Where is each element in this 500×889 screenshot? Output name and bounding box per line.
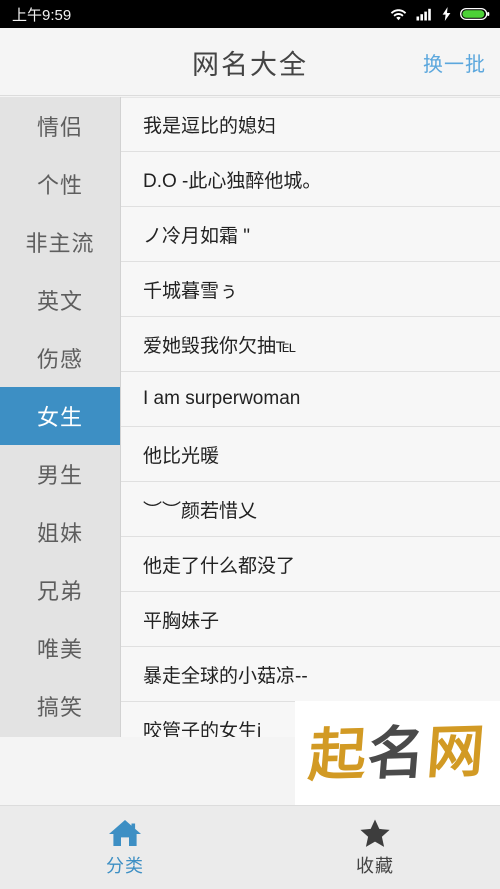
bottom-navigation: 分类 收藏	[0, 805, 500, 889]
nav-tab-favorites-label: 收藏	[356, 856, 394, 876]
app-header: 网名大全 换一批	[0, 28, 500, 96]
sidebar-item-qinglv[interactable]: 情侣	[0, 97, 120, 155]
sidebar-item-xiongdi[interactable]: 兄弟	[0, 561, 120, 619]
sidebar-item-weimei[interactable]: 唯美	[0, 619, 120, 677]
list-item[interactable]: 平胸妹子	[121, 592, 500, 647]
category-sidebar[interactable]: 情侣 个性 非主流 英文 伤感 女生 男生 姐妹 兄弟 唯美 搞笑	[0, 97, 121, 737]
content-area: 情侣 个性 非主流 英文 伤感 女生 男生 姐妹 兄弟 唯美 搞笑 我是逗比的媳…	[0, 97, 500, 805]
sidebar-item-shanggan[interactable]: 伤感	[0, 329, 120, 387]
list-item[interactable]: 暴走全球的小菇凉--	[121, 647, 500, 702]
watermark-char-wang: 网	[424, 717, 489, 786]
sidebar-item-yingwen[interactable]: 英文	[0, 271, 120, 329]
status-bar: 上午9:59	[0, 0, 500, 28]
watermark-logo: 起名网	[295, 701, 500, 805]
battery-icon	[460, 7, 490, 21]
wifi-icon	[390, 7, 407, 21]
sidebar-item-feizhuliu[interactable]: 非主流	[0, 213, 120, 271]
list-item[interactable]: 爱她毁我你欠抽℡	[121, 317, 500, 372]
sidebar-item-nvsheng[interactable]: 女生	[0, 387, 120, 445]
nav-tab-favorites[interactable]: 收藏	[250, 806, 500, 889]
sidebar-item-gaoxiao[interactable]: 搞笑	[0, 677, 120, 735]
list-item[interactable]: ︶︶颜若惜乂	[121, 482, 500, 537]
sidebar-item-nansheng[interactable]: 男生	[0, 445, 120, 503]
refresh-batch-button[interactable]: 换一批	[423, 28, 486, 96]
home-icon	[108, 818, 142, 848]
list-item[interactable]: 他比光暖	[121, 427, 500, 482]
nav-tab-category[interactable]: 分类	[0, 806, 250, 889]
name-list[interactable]: 我是逗比的媳妇 D.O -此心独醉他城。 ノ冷月如霜 " 千城暮雪ぅ 爱她毁我你…	[121, 97, 500, 737]
sidebar-item-jiemei[interactable]: 姐妹	[0, 503, 120, 561]
watermark-char-ming: 名	[365, 718, 430, 788]
star-icon	[359, 818, 391, 848]
list-item[interactable]: 千城暮雪ぅ	[121, 262, 500, 317]
list-item[interactable]: ノ冷月如霜 "	[121, 207, 500, 262]
sidebar-item-gexing[interactable]: 个性	[0, 155, 120, 213]
list-item[interactable]: I am surperwoman	[121, 372, 500, 427]
app-root: 上午9:59 网名大全 换一批 情侣 个性 非主流 英文 伤感 女生 男生 姐妹…	[0, 0, 500, 889]
charging-bolt-icon	[442, 7, 451, 21]
status-bar-time: 上午9:59	[12, 6, 72, 24]
list-item[interactable]: 我是逗比的媳妇	[121, 97, 500, 152]
list-item[interactable]: D.O -此心独醉他城。	[121, 152, 500, 207]
list-item[interactable]: 他走了什么都没了	[121, 537, 500, 592]
cellular-signal-icon	[416, 7, 433, 21]
watermark-char-qi: 起	[306, 720, 371, 789]
nav-tab-category-label: 分类	[106, 856, 144, 876]
status-bar-icons	[390, 7, 490, 21]
